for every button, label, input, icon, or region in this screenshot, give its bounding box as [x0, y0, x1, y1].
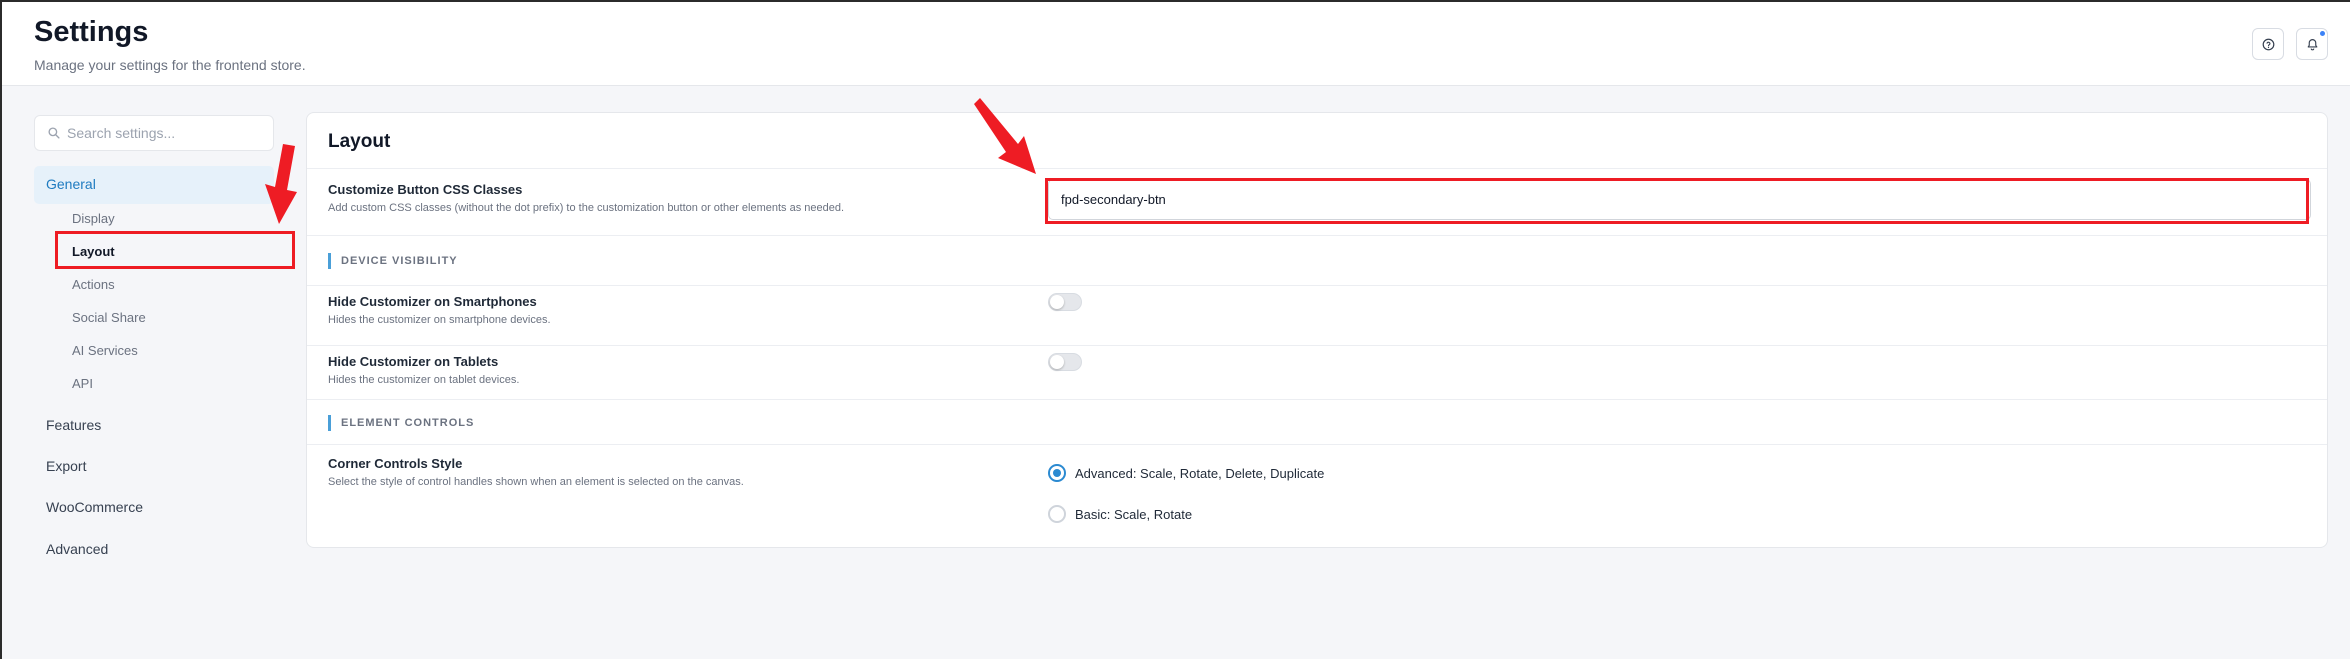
page-title: Settings	[34, 16, 149, 48]
divider	[307, 444, 2327, 445]
search-input[interactable]	[67, 122, 263, 144]
divider	[307, 235, 2327, 236]
sidebar-item-display[interactable]: Display	[72, 211, 115, 226]
notification-badge	[2320, 31, 2325, 36]
divider	[307, 285, 2327, 286]
help-icon	[2262, 38, 2274, 50]
annotation-arrow-icon	[265, 144, 297, 224]
notifications-button[interactable]	[2296, 28, 2328, 60]
card-title: Layout	[328, 131, 391, 152]
sidebar-item-woocommerce[interactable]: WooCommerce	[46, 499, 143, 515]
sidebar-item-ai-services[interactable]: AI Services	[72, 343, 138, 358]
bell-icon	[2307, 38, 2317, 50]
hide-tablets-label: Hide Customizer on Tablets	[328, 354, 499, 369]
hide-smartphones-toggle[interactable]	[1048, 293, 1082, 311]
radio-basic[interactable]	[1048, 505, 1066, 523]
radio-advanced[interactable]	[1048, 464, 1066, 482]
sidebar-item-general[interactable]: General	[34, 166, 274, 204]
sidebar-item-advanced[interactable]: Advanced	[46, 541, 108, 557]
section-element-controls: ELEMENT CONTROLS	[328, 415, 474, 431]
toggle-knob	[1050, 355, 1064, 369]
hide-smartphones-label: Hide Customizer on Smartphones	[328, 294, 537, 309]
search-icon	[48, 127, 60, 139]
sidebar-item-export[interactable]: Export	[46, 458, 86, 474]
section-device-visibility: DEVICE VISIBILITY	[328, 253, 458, 269]
page-subtitle: Manage your settings for the frontend st…	[34, 57, 306, 73]
radio-basic-label[interactable]: Basic: Scale, Rotate	[1075, 507, 1192, 522]
css-classes-description: Add custom CSS classes (without the dot …	[328, 202, 845, 214]
sidebar-item-social-share[interactable]: Social Share	[72, 310, 146, 325]
css-classes-label: Customize Button CSS Classes	[328, 182, 523, 197]
annotation-arrow-icon	[974, 98, 1036, 174]
radio-advanced-label[interactable]: Advanced: Scale, Rotate, Delete, Duplica…	[1075, 466, 1324, 481]
sidebar-item-actions[interactable]: Actions	[72, 277, 115, 292]
help-button[interactable]	[2252, 28, 2284, 60]
divider	[307, 399, 2327, 400]
page-header: Settings Manage your settings for the fr…	[2, 2, 2350, 86]
highlight-box-layout	[55, 231, 295, 269]
divider	[307, 168, 2327, 169]
sidebar-item-api[interactable]: API	[72, 376, 93, 391]
highlight-box-css-input	[1045, 178, 2309, 224]
corner-style-description: Select the style of control handles show…	[328, 476, 744, 488]
corner-style-label: Corner Controls Style	[328, 456, 463, 471]
sidebar-item-features[interactable]: Features	[46, 417, 101, 433]
hide-tablets-description: Hides the customizer on tablet devices.	[328, 374, 520, 386]
divider	[307, 345, 2327, 346]
hide-smartphones-description: Hides the customizer on smartphone devic…	[328, 314, 551, 326]
hide-tablets-toggle[interactable]	[1048, 353, 1082, 371]
toggle-knob	[1050, 295, 1064, 309]
search-box[interactable]	[34, 115, 274, 151]
